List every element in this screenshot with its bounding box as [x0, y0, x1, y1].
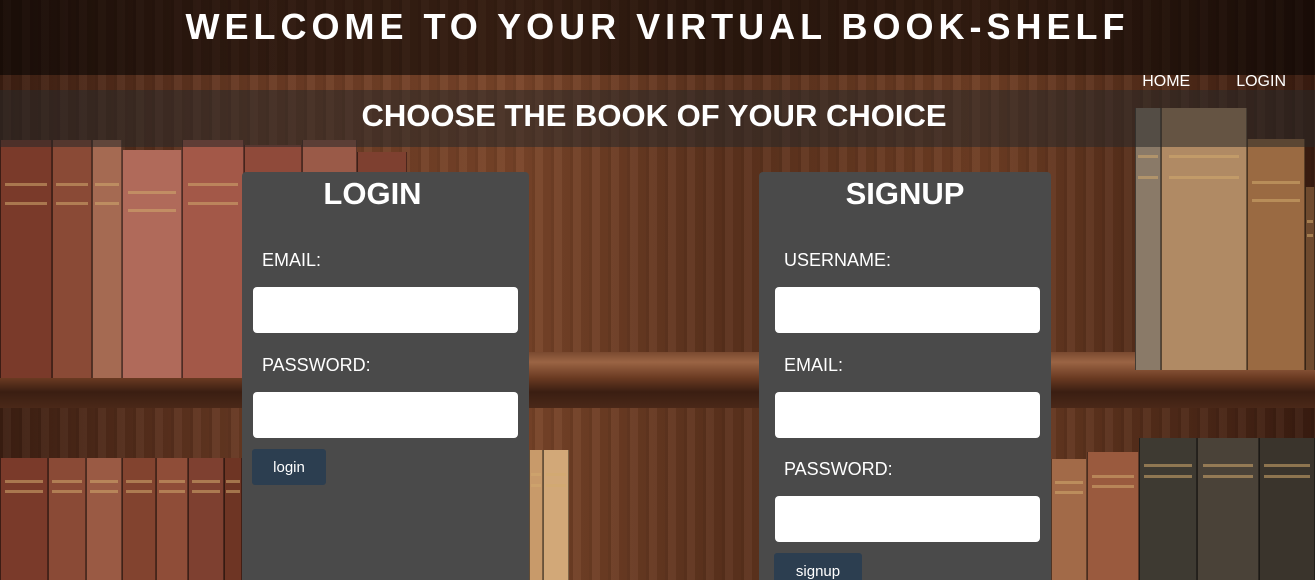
bookshelf-decoration-bottom-left [0, 458, 242, 580]
signup-email-label: EMAIL: [784, 355, 844, 375]
choose-book-banner: CHOOSE THE BOOK OF YOUR CHOICE [0, 90, 1315, 147]
site-title: WELCOME TO YOUR VIRTUAL BOOK-SHELF [185, 6, 1130, 47]
site-header: WELCOME TO YOUR VIRTUAL BOOK-SHELF [0, 0, 1315, 55]
banner-title: CHOOSE THE BOOK OF YOUR CHOICE [361, 98, 947, 133]
top-nav: HOME LOGIN [1142, 73, 1286, 91]
login-email-input[interactable] [253, 287, 518, 333]
nav-login-link[interactable]: LOGIN [1236, 73, 1286, 91]
signup-username-input[interactable] [775, 287, 1040, 333]
signup-username-label: USERNAME: [784, 250, 892, 270]
bookshelf-decoration-bottom-right [1051, 438, 1315, 580]
signup-password-label: PASSWORD: [784, 459, 893, 479]
page-background: WELCOME TO YOUR VIRTUAL BOOK-SHELF HOME … [0, 0, 1315, 580]
login-button[interactable]: login [252, 449, 326, 485]
signup-email-input[interactable] [775, 392, 1040, 438]
bookshelf-decoration-top-right [1135, 108, 1315, 370]
nav-home-link[interactable]: HOME [1142, 73, 1190, 91]
bookshelf-decoration-bottom-middle [529, 450, 569, 580]
signup-button[interactable]: signup [774, 553, 862, 580]
signup-title: SIGNUP [845, 176, 965, 211]
signup-panel: SIGNUP USERNAME: EMAIL: PASSWORD: signup [759, 172, 1051, 580]
login-password-input[interactable] [253, 392, 518, 438]
login-title: LOGIN [323, 176, 422, 211]
login-panel: LOGIN EMAIL: PASSWORD: login [242, 172, 529, 580]
login-password-label: PASSWORD: [262, 355, 371, 375]
signup-password-input[interactable] [775, 496, 1040, 542]
login-email-label: EMAIL: [262, 250, 322, 270]
